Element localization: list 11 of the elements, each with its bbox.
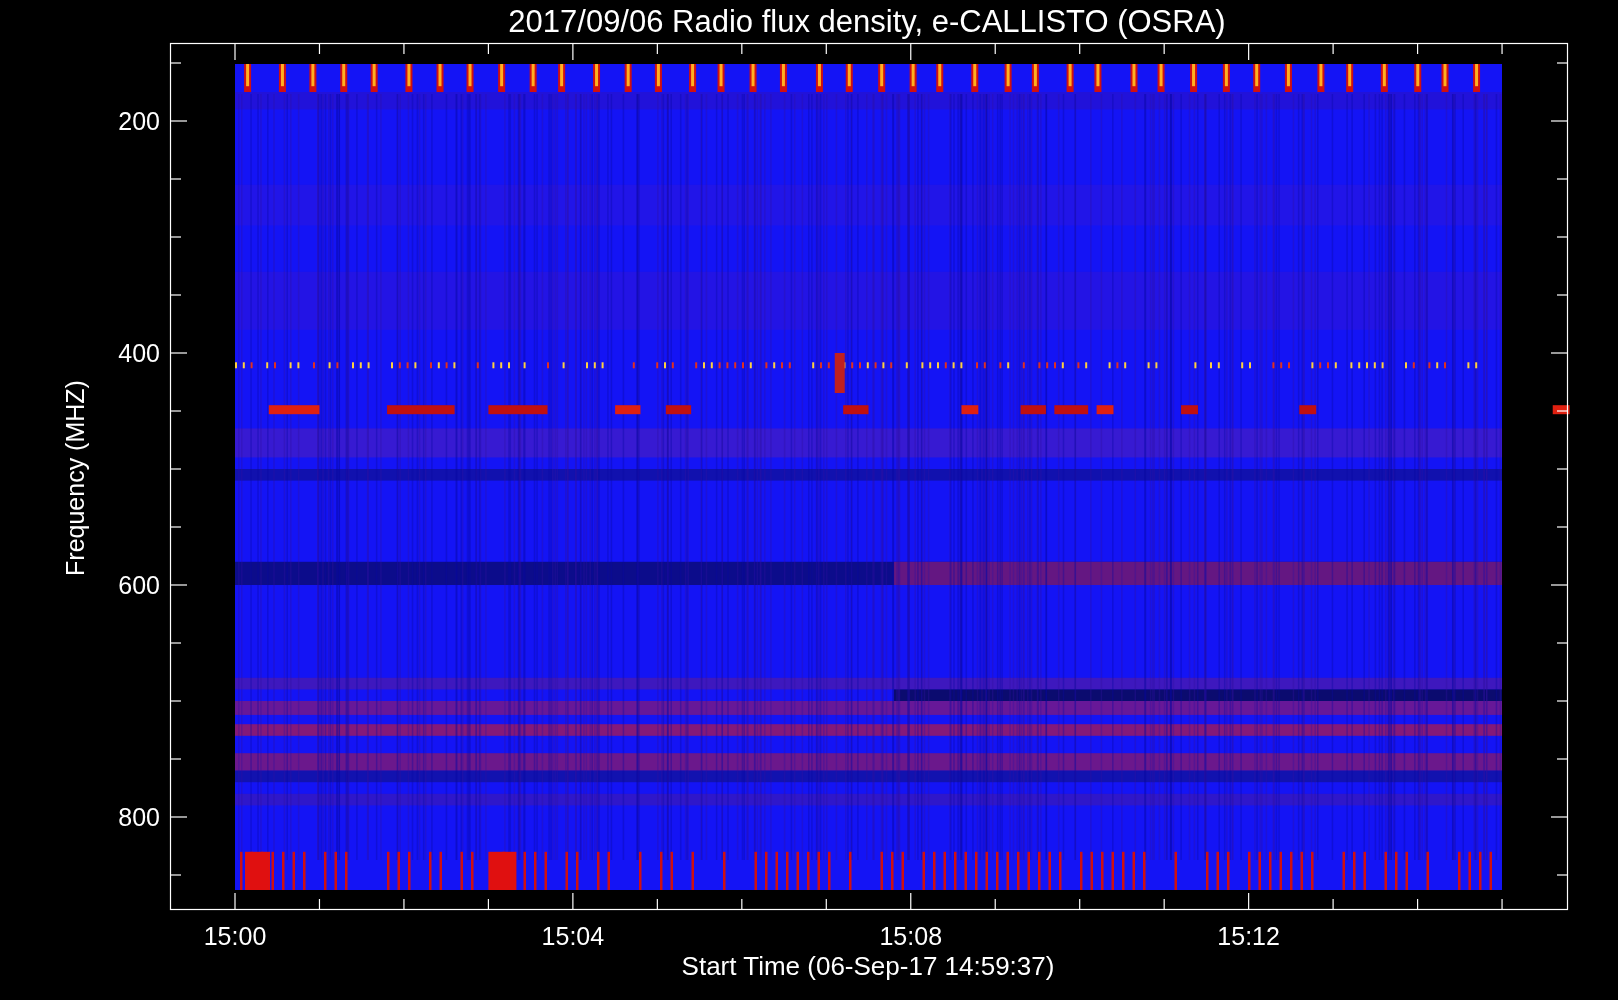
x-tick-label: 15:12: [1217, 922, 1280, 950]
x-tick-label: 15:04: [541, 922, 605, 950]
y-axis-label: Frequency (MHZ): [61, 380, 89, 576]
y-tick-label: 600: [118, 571, 160, 599]
x-tick-label: 15:00: [203, 922, 267, 950]
x-tick-label: 15:08: [879, 922, 943, 950]
x-axis-label: Start Time (06-Sep-17 14:59:37): [681, 951, 1055, 981]
y-tick-label: 400: [118, 339, 160, 367]
y-tick-label: 800: [118, 803, 160, 831]
y-tick-label: 200: [118, 107, 160, 135]
chart-title: 2017/09/06 Radio flux density, e-CALLISTO (OSRA): [508, 4, 1226, 39]
